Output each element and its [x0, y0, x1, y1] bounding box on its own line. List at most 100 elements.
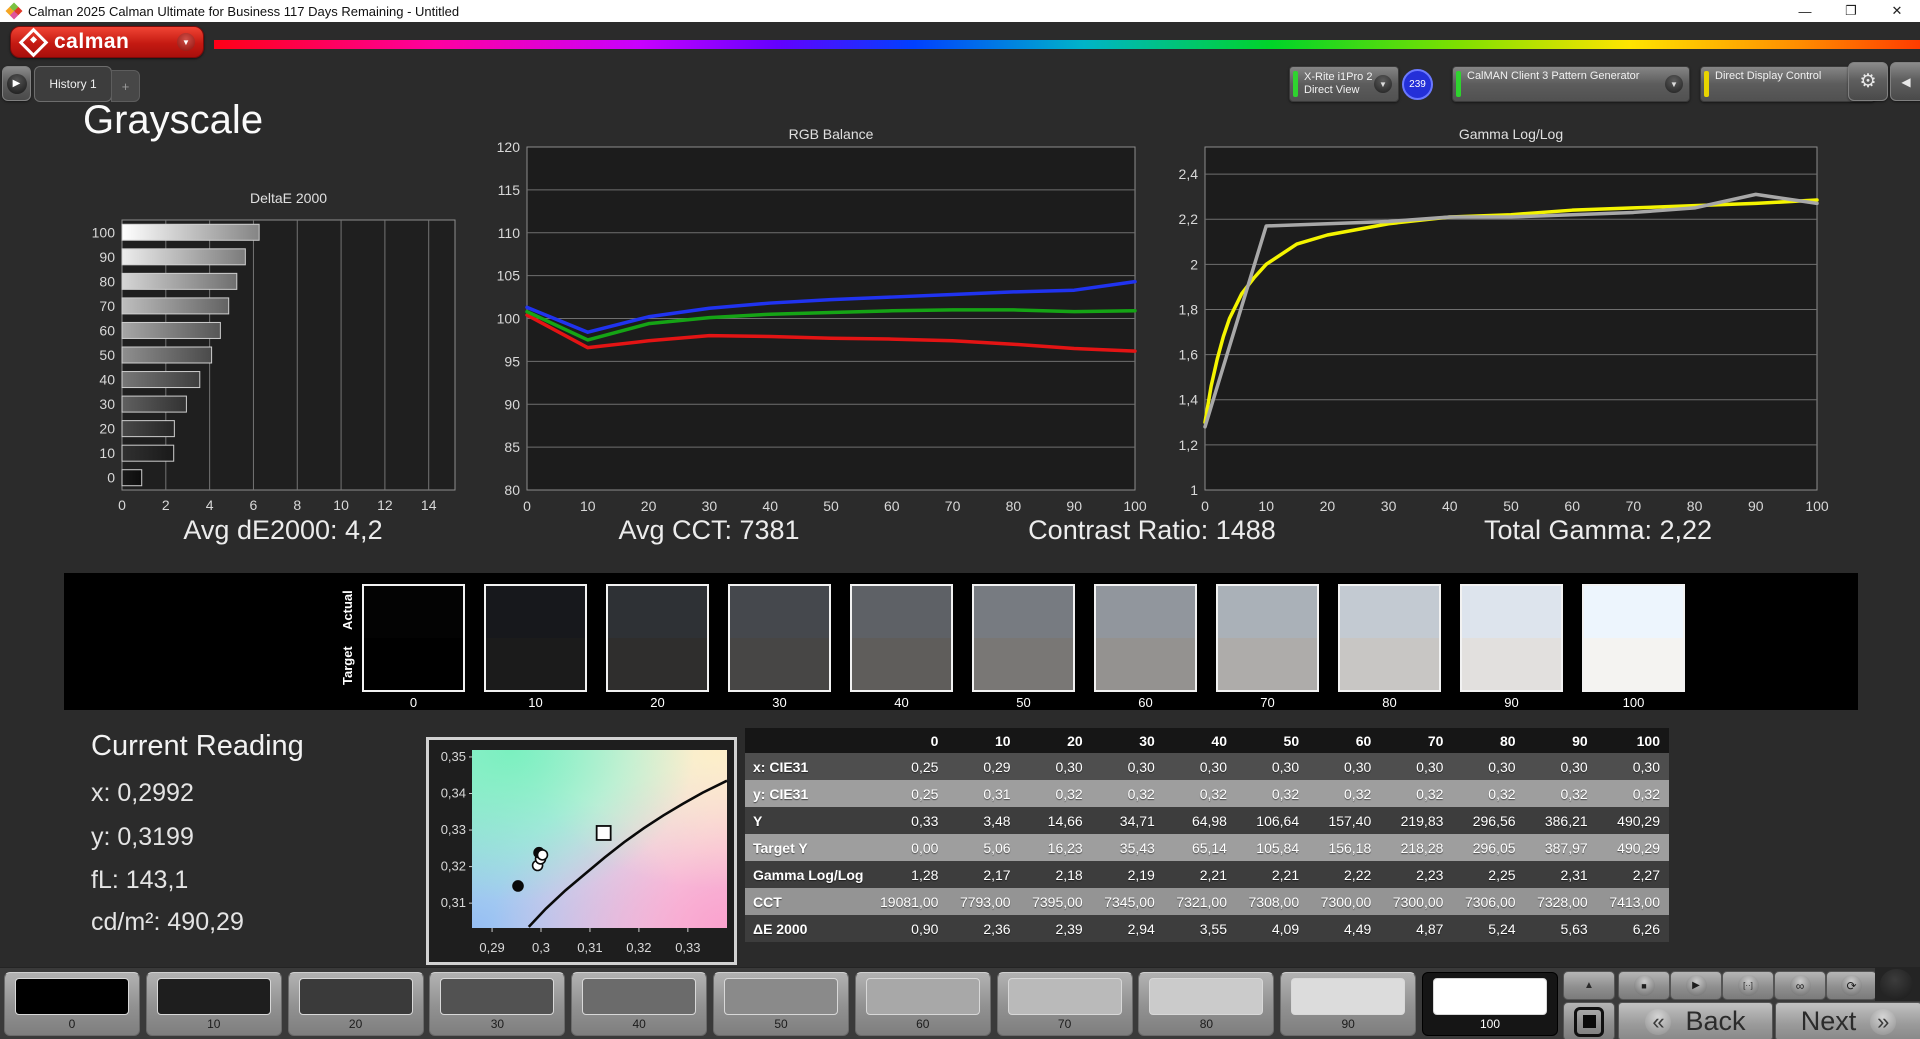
restore-button[interactable]: ❐	[1828, 0, 1874, 22]
cell-value: 0,90	[911, 920, 939, 937]
meter-reading-badge[interactable]: 239	[1402, 69, 1433, 100]
cell-value: 2,17	[983, 866, 1011, 883]
cell-value: 35,43	[1119, 839, 1155, 856]
title-bar: Calman 2025 Calman Ultimate for Business…	[0, 0, 1920, 22]
tab-history-label: History 1	[49, 77, 97, 91]
avg-de-stat: Avg dE2000: 4,2	[183, 515, 383, 545]
cell-value: 6,26	[1632, 920, 1660, 937]
cell-value: 296,56	[1472, 812, 1516, 829]
app-icon	[5, 2, 23, 20]
swatch-level-label: 80	[1382, 695, 1397, 710]
cell-value: 2,25	[1488, 866, 1516, 883]
workflow-nav-button[interactable]: ▶	[2, 66, 31, 101]
back-button[interactable]: « Back	[1618, 1002, 1773, 1039]
reading-fl: fL: 143,1	[91, 866, 189, 894]
pattern-patch-100[interactable]: 100	[1422, 972, 1558, 1036]
cell-value: 387,97	[1544, 839, 1588, 856]
cell-value: 4,09	[1271, 920, 1300, 937]
calman-menu-button[interactable]: calman ▼	[10, 26, 204, 58]
svg-text:1: 1	[1190, 482, 1198, 498]
status-panel	[1875, 968, 1920, 1001]
meter-dropdown[interactable]: X-Rite i1Pro 2 Direct View ▼	[1289, 66, 1399, 102]
settings-button[interactable]: ⚙	[1848, 62, 1888, 101]
pattern-patch-80[interactable]: 80	[1138, 972, 1275, 1036]
pattern-patch-60[interactable]: 60	[854, 972, 991, 1036]
row-label: Target Y	[753, 839, 808, 856]
patch-swatch	[1433, 978, 1547, 1015]
cell-value: 2,94	[1127, 920, 1155, 937]
svg-text:60: 60	[99, 322, 115, 338]
svg-text:100: 100	[497, 311, 521, 327]
refresh-button[interactable]: ⟳	[1826, 971, 1877, 1000]
pattern-window-button[interactable]	[1563, 1002, 1615, 1039]
deltae-bar-0	[121, 469, 143, 487]
up-arrow-icon: ▲	[1584, 980, 1594, 991]
pattern-window-icon	[1574, 1006, 1604, 1037]
continuous-read-button[interactable]: ∞	[1774, 971, 1826, 1000]
cell-value: 2,22	[1344, 866, 1372, 883]
actual-row-label: Actual	[340, 590, 355, 630]
cell-value: 0,32	[1488, 785, 1516, 802]
cell-value: 5,24	[1488, 920, 1516, 937]
svg-text:0,33: 0,33	[675, 940, 700, 955]
play-arrow-icon: ▶	[6, 73, 27, 94]
cell-value: 7395,00	[1032, 893, 1083, 910]
pattern-patch-90[interactable]: 90	[1280, 972, 1417, 1036]
next-button[interactable]: Next »	[1775, 1002, 1920, 1039]
gray-swatch-10	[484, 584, 587, 692]
pattern-patch-10[interactable]: 10	[145, 972, 282, 1036]
patch-swatch	[156, 978, 271, 1015]
minimize-button[interactable]: —	[1782, 0, 1828, 22]
pattern-patch-20[interactable]: 20	[287, 972, 424, 1036]
row-label: y: CIE31	[753, 785, 809, 802]
pattern-generator-label: CalMAN Client 3 Pattern Generator	[1467, 70, 1640, 82]
svg-text:80: 80	[1687, 498, 1703, 514]
rgb-balance-chart: RGB Balance 80 85 90 95 100 105 110 115 120 0 10 20 3…	[497, 126, 1147, 514]
cell-value: 2,39	[1055, 920, 1083, 937]
cell-value: 490,29	[1617, 812, 1660, 829]
svg-text:2,4: 2,4	[1179, 166, 1199, 182]
pattern-status-stripe	[1456, 71, 1461, 97]
chevron-down-icon: ▼	[1665, 75, 1683, 93]
deltae-bar-20	[121, 420, 175, 438]
cell-value: 7413,00	[1609, 893, 1660, 910]
cell-value: 296,05	[1472, 839, 1516, 856]
cell-value: 1,28	[911, 866, 939, 883]
svg-text:50: 50	[823, 498, 839, 514]
deltae-bar-40	[121, 371, 201, 389]
cell-value: 0,30	[1127, 758, 1155, 775]
cell-value: 0,30	[1416, 758, 1444, 775]
gray-swatch-30	[728, 584, 831, 692]
pattern-patch-70[interactable]: 70	[996, 972, 1133, 1036]
gray-swatch-100	[1582, 584, 1685, 692]
svg-text:80: 80	[99, 273, 115, 289]
page-title: Grayscale	[83, 98, 264, 142]
patch-label: 40	[632, 1017, 646, 1031]
cell-value: 65,14	[1191, 839, 1227, 856]
column-header-70: 70	[1380, 728, 1453, 753]
play-button[interactable]: ▶	[1670, 971, 1722, 1000]
pattern-options-button[interactable]: [··]	[1722, 971, 1774, 1000]
pattern-patch-0[interactable]: 0	[4, 972, 140, 1036]
svg-text:DeltaE 2000: DeltaE 2000	[250, 190, 327, 206]
pattern-options-icon: [··]	[1737, 975, 1759, 996]
cell-value: 7328,00	[1537, 893, 1588, 910]
stop-button[interactable]: ■	[1618, 971, 1670, 1000]
collapse-panel-button[interactable]: ◀	[1890, 62, 1920, 101]
patch-label: 20	[348, 1017, 363, 1031]
column-header-10: 10	[947, 728, 1020, 753]
tab-history-1[interactable]: History 1	[34, 66, 112, 102]
pattern-generator-dropdown[interactable]: CalMAN Client 3 Pattern Generator ▼	[1452, 66, 1690, 102]
svg-text:0,34: 0,34	[441, 785, 466, 800]
patch-label: 10	[207, 1017, 221, 1031]
calman-logo-text: calman	[54, 30, 130, 53]
pattern-patch-30[interactable]: 30	[429, 972, 566, 1036]
pattern-patch-40[interactable]: 40	[571, 972, 708, 1036]
pattern-patch-50[interactable]: 50	[713, 972, 849, 1036]
close-button[interactable]: ✕	[1874, 0, 1920, 22]
svg-text:90: 90	[1748, 498, 1764, 514]
reading-cdm2: cd/m²: 490,29	[91, 908, 244, 936]
measurement-point	[512, 880, 524, 892]
column-header-40: 40	[1163, 728, 1236, 753]
pattern-up-button[interactable]: ▲	[1563, 971, 1615, 1000]
